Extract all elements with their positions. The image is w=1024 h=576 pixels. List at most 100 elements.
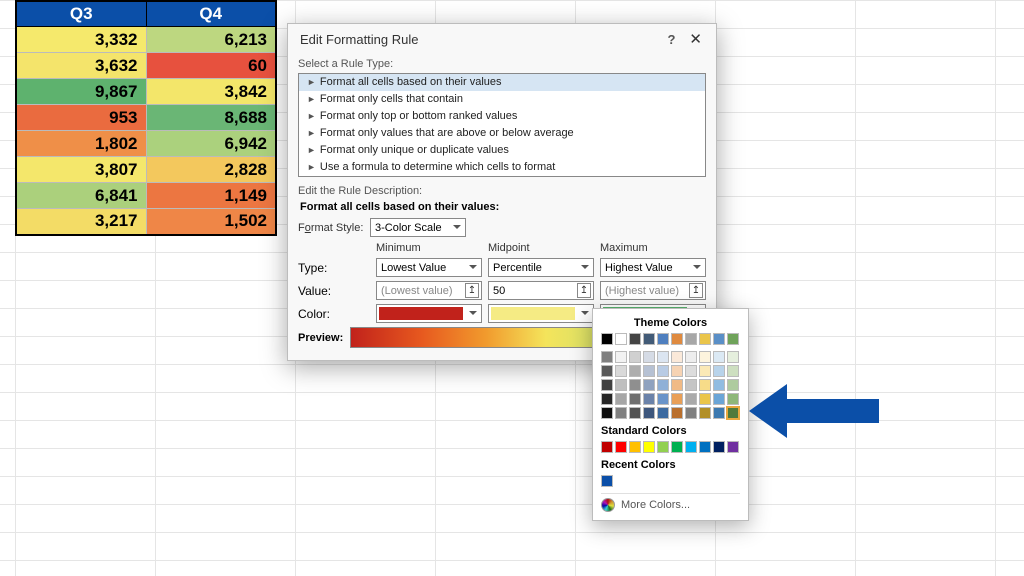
color-swatch[interactable] <box>615 351 627 363</box>
table-cell[interactable]: 6,213 <box>146 27 276 53</box>
color-swatch[interactable] <box>629 407 641 419</box>
color-swatch[interactable] <box>643 351 655 363</box>
color-swatch[interactable] <box>643 333 655 345</box>
color-swatch[interactable] <box>629 379 641 391</box>
color-swatch[interactable] <box>643 441 655 453</box>
color-swatch[interactable] <box>657 407 669 419</box>
table-cell[interactable]: 3,807 <box>16 157 146 183</box>
color-swatch[interactable] <box>601 441 613 453</box>
help-button[interactable]: ? <box>659 32 683 47</box>
table-cell[interactable]: 3,217 <box>16 209 146 235</box>
range-picker-icon[interactable]: ↥ <box>689 283 703 298</box>
table-cell[interactable]: 8,688 <box>146 105 276 131</box>
color-swatch[interactable] <box>699 407 711 419</box>
color-swatch[interactable] <box>685 365 697 377</box>
close-button[interactable]: ✕ <box>683 30 708 48</box>
color-swatch[interactable] <box>713 393 725 405</box>
color-swatch[interactable] <box>699 333 711 345</box>
color-swatch[interactable] <box>699 365 711 377</box>
color-swatch[interactable] <box>685 333 697 345</box>
color-swatch[interactable] <box>657 333 669 345</box>
color-swatch[interactable] <box>685 441 697 453</box>
color-swatch[interactable] <box>671 393 683 405</box>
color-swatch[interactable] <box>727 365 739 377</box>
rule-type-item[interactable]: ►Format only values that are above or be… <box>299 125 705 142</box>
color-swatch[interactable] <box>629 351 641 363</box>
rule-type-item[interactable]: ►Format only top or bottom ranked values <box>299 108 705 125</box>
color-swatch[interactable] <box>671 441 683 453</box>
table-cell[interactable]: 3,842 <box>146 79 276 105</box>
rule-type-item[interactable]: ►Format all cells based on their values <box>299 74 705 91</box>
type-select-max[interactable]: Highest Value <box>600 258 706 277</box>
table-cell[interactable]: 3,632 <box>16 53 146 79</box>
color-swatch[interactable] <box>643 379 655 391</box>
color-swatch[interactable] <box>699 351 711 363</box>
color-swatch[interactable] <box>657 393 669 405</box>
color-swatch[interactable] <box>601 365 613 377</box>
color-swatch[interactable] <box>671 333 683 345</box>
color-swatch[interactable] <box>713 379 725 391</box>
rule-type-list[interactable]: ►Format all cells based on their values►… <box>298 73 706 177</box>
color-swatch[interactable] <box>727 441 739 453</box>
color-select-mid[interactable] <box>488 304 594 323</box>
type-select-min[interactable]: Lowest Value <box>376 258 482 277</box>
color-swatch[interactable] <box>713 441 725 453</box>
color-swatch[interactable] <box>657 365 669 377</box>
color-swatch[interactable] <box>713 365 725 377</box>
color-swatch[interactable] <box>727 333 739 345</box>
range-picker-icon[interactable]: ↥ <box>577 283 591 298</box>
range-picker-icon[interactable]: ↥ <box>465 283 479 298</box>
color-swatch[interactable] <box>601 351 613 363</box>
table-cell[interactable]: 9,867 <box>16 79 146 105</box>
color-swatch[interactable] <box>615 441 627 453</box>
table-cell[interactable]: 2,828 <box>146 157 276 183</box>
color-swatch[interactable] <box>713 351 725 363</box>
color-swatch[interactable] <box>629 441 641 453</box>
table-cell[interactable]: 1,149 <box>146 183 276 209</box>
rule-type-item[interactable]: ►Format only unique or duplicate values <box>299 142 705 159</box>
table-cell[interactable]: 60 <box>146 53 276 79</box>
color-swatch[interactable] <box>643 393 655 405</box>
type-select-mid[interactable]: Percentile <box>488 258 594 277</box>
color-swatch[interactable] <box>601 407 613 419</box>
color-swatch[interactable] <box>685 379 697 391</box>
color-swatch[interactable] <box>685 407 697 419</box>
table-cell[interactable]: 6,841 <box>16 183 146 209</box>
color-swatch[interactable] <box>699 379 711 391</box>
color-swatch[interactable] <box>601 475 613 487</box>
color-swatch[interactable] <box>615 393 627 405</box>
table-cell[interactable]: 1,802 <box>16 131 146 157</box>
color-swatch[interactable] <box>615 365 627 377</box>
rule-type-item[interactable]: ►Format only cells that contain <box>299 91 705 108</box>
color-swatch[interactable] <box>643 407 655 419</box>
color-swatch[interactable] <box>671 379 683 391</box>
value-input-max[interactable]: (Highest value)↥ <box>600 281 706 300</box>
more-colors-button[interactable]: More Colors... <box>601 493 740 512</box>
color-select-min[interactable] <box>376 304 482 323</box>
color-swatch[interactable] <box>643 365 655 377</box>
table-cell[interactable]: 1,502 <box>146 209 276 235</box>
color-swatch[interactable] <box>685 393 697 405</box>
color-swatch[interactable] <box>601 333 613 345</box>
value-input-mid[interactable]: 50↥ <box>488 281 594 300</box>
color-swatch[interactable] <box>671 351 683 363</box>
color-swatch[interactable] <box>657 351 669 363</box>
table-cell[interactable]: 6,942 <box>146 131 276 157</box>
color-swatch[interactable] <box>699 441 711 453</box>
value-input-min[interactable]: (Lowest value)↥ <box>376 281 482 300</box>
color-swatch[interactable] <box>629 393 641 405</box>
color-swatch[interactable] <box>657 441 669 453</box>
color-swatch[interactable] <box>713 333 725 345</box>
color-swatch[interactable] <box>699 393 711 405</box>
color-swatch[interactable] <box>601 379 613 391</box>
color-swatch[interactable] <box>671 365 683 377</box>
color-swatch[interactable] <box>615 333 627 345</box>
color-swatch[interactable] <box>629 365 641 377</box>
color-swatch[interactable] <box>685 351 697 363</box>
color-swatch[interactable] <box>629 333 641 345</box>
rule-type-item[interactable]: ►Use a formula to determine which cells … <box>299 159 705 176</box>
color-swatch[interactable] <box>713 407 725 419</box>
color-swatch[interactable] <box>657 379 669 391</box>
color-swatch[interactable] <box>727 351 739 363</box>
color-swatch[interactable] <box>727 379 739 391</box>
